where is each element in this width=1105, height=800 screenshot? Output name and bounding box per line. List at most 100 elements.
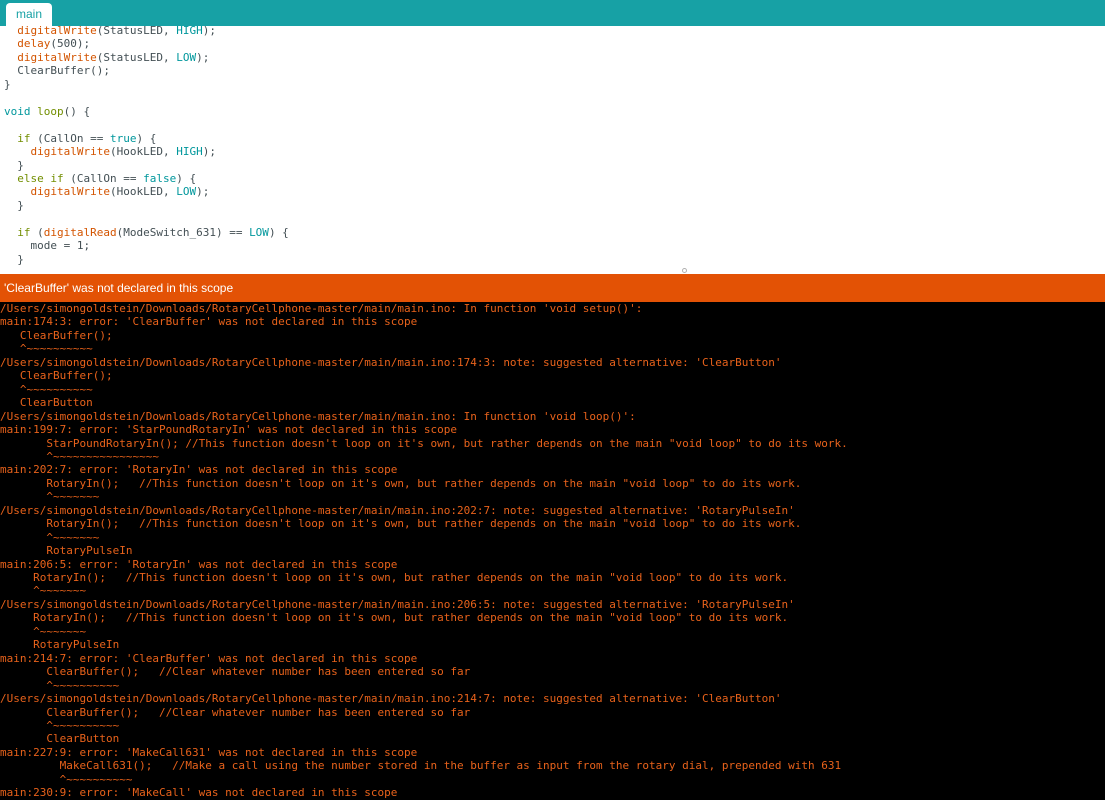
console-line: RotaryPulseIn: [0, 638, 120, 652]
tab-bar: main: [0, 0, 1105, 26]
console-line: main:174:3: error: 'ClearBuffer' was not…: [0, 315, 418, 329]
code-token: (: [30, 225, 44, 239]
code-token: else: [17, 171, 44, 185]
code-line: if (CallOn == true) {: [4, 132, 156, 145]
code-line: ClearBuffer();: [4, 64, 110, 77]
console-line: ClearBuffer();: [0, 369, 113, 383]
code-token: (StatusLED,: [96, 50, 177, 64]
code-token: (ModeSwitch_631) ==: [116, 225, 250, 239]
console-line: RotaryIn(); //This function doesn't loop…: [0, 517, 802, 531]
code-token: (CallOn ==: [63, 171, 144, 185]
code-token: (CallOn ==: [30, 131, 110, 145]
code-line: digitalWrite(HookLED, LOW);: [4, 185, 210, 199]
console-line: ClearBuffer();: [0, 328, 113, 342]
code-token: digitalWrite: [17, 50, 97, 64]
console-line: ClearBuffer(); //Clear whatever number h…: [0, 665, 471, 679]
code-token: (500);: [50, 37, 91, 51]
code-line: digitalWrite(HookLED, HIGH);: [4, 145, 216, 158]
console-line: RotaryPulseIn: [0, 544, 133, 558]
code-token: true: [109, 131, 137, 145]
code-token: LOW: [249, 225, 269, 239]
code-token: );: [202, 145, 216, 159]
console-line: ^~~~~~~~~~~: [0, 342, 93, 356]
code-line: }: [4, 253, 24, 266]
code-token: }: [17, 158, 24, 172]
code-token: if: [50, 171, 64, 185]
code-token: (StatusLED,: [96, 26, 177, 37]
code-token: (HookLED,: [109, 185, 177, 199]
code-token: false: [143, 171, 177, 185]
code-token: digitalWrite: [17, 26, 97, 37]
code-token: void: [4, 104, 31, 118]
console-line: ^~~~~~~~: [0, 624, 87, 638]
console-line: MakeCall631(); //Make a call using the n…: [0, 759, 842, 773]
console-line: ClearBuffer(); //Clear whatever number h…: [0, 705, 471, 719]
code-token: ClearBuffer();: [17, 64, 110, 78]
code-token: ) {: [136, 131, 157, 145]
console-line: ^~~~~~~~~~~: [0, 678, 120, 692]
code-line: else if (CallOn == false) {: [4, 172, 196, 185]
code-token: );: [196, 185, 210, 199]
code-token: delay: [17, 37, 51, 51]
console-line: ClearButton: [0, 732, 120, 746]
code-token: );: [196, 50, 210, 64]
code-token: digitalWrite: [30, 185, 110, 199]
code-token: digitalRead: [43, 225, 117, 239]
console-line: main:206:5: error: 'RotaryIn' was not de…: [0, 557, 398, 571]
code-token: mode = 1;: [30, 239, 91, 253]
console-line: ^~~~~~~~~~~: [0, 382, 93, 396]
console-line: main:227:9: error: 'MakeCall631' was not…: [0, 745, 418, 759]
code-token: if: [17, 225, 31, 239]
code-token: }: [17, 198, 24, 212]
console-line: StarPoundRotaryIn(); //This function doe…: [0, 436, 848, 450]
code-line: void loop() {: [4, 105, 90, 118]
console-line: ClearButton: [0, 396, 93, 410]
code-token: () {: [63, 104, 91, 118]
code-token: }: [17, 252, 24, 266]
console-line: /Users/simongoldstein/Downloads/RotaryCe…: [0, 503, 795, 517]
code-token: if: [17, 131, 31, 145]
console-line: main:199:7: error: 'StarPoundRotaryIn' w…: [0, 423, 457, 437]
code-line: }: [4, 159, 24, 172]
status-message: 'ClearBuffer' was not declared in this s…: [4, 281, 234, 295]
console-line: main:230:9: error: 'MakeCall' was not de…: [0, 786, 398, 800]
code-token: digitalWrite: [30, 145, 110, 159]
code-token: LOW: [176, 185, 197, 199]
code-token: loop: [37, 104, 64, 118]
code-token: HIGH: [176, 26, 203, 37]
console-line: main:214:7: error: 'ClearBuffer' was not…: [0, 651, 418, 665]
console-line: ^~~~~~~~~~~: [0, 718, 120, 732]
code-line: }: [4, 78, 11, 91]
console-output[interactable]: /Users/simongoldstein/Downloads/RotaryCe…: [0, 302, 1105, 800]
console-line: ^~~~~~~~~~~~~~~~~: [0, 449, 159, 463]
console-line: /Users/simongoldstein/Downloads/RotaryCe…: [0, 355, 782, 369]
panel-resize-handle[interactable]: [682, 268, 687, 273]
console-line: ^~~~~~~~: [0, 530, 100, 544]
console-line: main:202:7: error: 'RotaryIn' was not de…: [0, 463, 398, 477]
code-token: );: [202, 26, 216, 37]
console-line: RotaryIn(); //This function doesn't loop…: [0, 611, 789, 625]
code-token: HIGH: [176, 145, 203, 159]
console-line: RotaryIn(); //This function doesn't loop…: [0, 571, 789, 584]
console-line: RotaryIn(); //This function doesn't loop…: [0, 476, 802, 490]
console-line: /Users/simongoldstein/Downloads/RotaryCe…: [0, 692, 782, 706]
code-editor[interactable]: digitalWrite(StatusLED, HIGH); delay(500…: [0, 26, 1105, 273]
code-token: }: [4, 77, 11, 91]
error-status-bar: 'ClearBuffer' was not declared in this s…: [0, 274, 1105, 302]
code-line: mode = 1;: [4, 239, 91, 253]
console-line: /Users/simongoldstein/Downloads/RotaryCe…: [0, 597, 795, 611]
console-line: ^~~~~~~~~~~: [0, 772, 133, 786]
code-token: ) {: [268, 225, 289, 239]
console-line: ^~~~~~~~: [0, 584, 87, 598]
code-token: ) {: [176, 171, 197, 185]
code-line: }: [4, 199, 24, 212]
code-line: if (digitalRead(ModeSwitch_631) == LOW) …: [4, 226, 289, 239]
tab-main[interactable]: main: [6, 3, 52, 26]
console-line: /Users/simongoldstein/Downloads/RotaryCe…: [0, 409, 636, 423]
console-line: /Users/simongoldstein/Downloads/RotaryCe…: [0, 302, 643, 315]
code-line: delay(500);: [4, 37, 90, 50]
code-line: digitalWrite(StatusLED, LOW);: [4, 51, 209, 64]
code-line: digitalWrite(StatusLED, HIGH);: [4, 26, 216, 37]
code-token: LOW: [176, 50, 197, 64]
console-line: ^~~~~~~~: [0, 490, 100, 504]
